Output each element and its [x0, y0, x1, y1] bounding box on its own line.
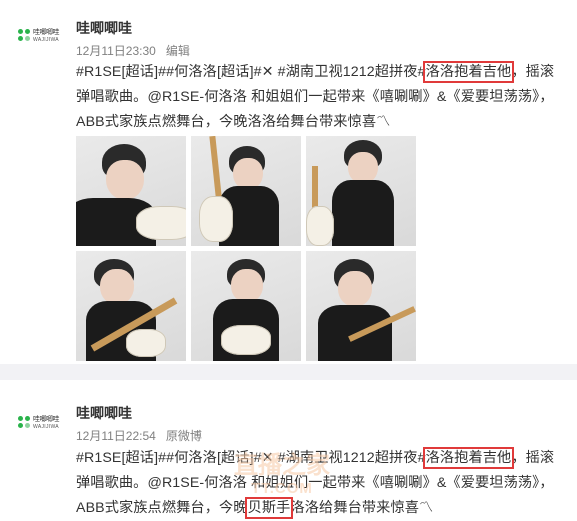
highlight-box: 洛洛抱着吉他 [422, 447, 515, 469]
logo-subtext: WAJIJIWA [33, 424, 59, 430]
post-text-line-3: ABB式家族点燃舞台，今晚贝斯手洛洛给舞台带来惊喜〽 [76, 496, 564, 521]
hashtags[interactable]: #R1SE[超话]##何洛洛[超话]#✕ #湖南卫视1212超拼夜# [76, 64, 426, 80]
post-text-line-2: 弹唱歌曲。@R1SE-何洛洛 和姐姐们一起带来《嘻唰唰》&《爱要坦荡荡》， [76, 475, 554, 491]
text-fragment: 洛洛给舞台带来惊喜〽 [290, 500, 434, 516]
photo-3[interactable] [306, 136, 416, 246]
post-source[interactable]: 编辑 [166, 44, 190, 58]
post-text-line-1: #R1SE[超话]##何洛洛[超话]#✕ #湖南卫视1212超拼夜#洛洛抱着吉他… [76, 446, 564, 471]
username[interactable]: 哇唧唧哇 [76, 19, 132, 37]
weibo-post-1: 哇唧唧哇 WAJIJIWA 哇唧唧哇 12月11日23:30 编辑 #R1SE[超… [0, 0, 577, 364]
post-source[interactable]: 原微博 [166, 429, 202, 443]
logo-text: 哇唧唧哇 [33, 29, 60, 36]
photo-1[interactable] [76, 136, 186, 246]
photo-5[interactable] [191, 251, 301, 361]
post-meta: 12月11日22:54 原微博 [76, 428, 202, 444]
text-fragment: ，摇滚 [511, 450, 555, 466]
post-text: #R1SE[超话]##何洛洛[超话]#✕ #湖南卫视1212超拼夜#洛洛抱着吉他… [76, 60, 564, 135]
text-fragment: ，摇滚 [511, 64, 555, 80]
post-time[interactable]: 12月11日22:54 [76, 429, 156, 443]
highlight-box: 洛洛抱着吉他 [422, 61, 515, 83]
photo-2[interactable] [191, 136, 301, 246]
text-fragment: ABB式家族点燃舞台，今晚 [76, 500, 248, 516]
photo-6[interactable] [306, 251, 416, 361]
avatar[interactable]: 哇唧唧哇 WAJIJIWA [18, 29, 60, 51]
logo-text: 哇唧唧哇 [33, 416, 60, 423]
post-time[interactable]: 12月11日23:30 [76, 44, 156, 58]
username[interactable]: 哇唧唧哇 [76, 404, 132, 422]
hashtags[interactable]: #R1SE[超话]##何洛洛[超话]#✕ #湖南卫视1212超拼夜# [76, 450, 426, 466]
logo-icon [18, 29, 32, 43]
post-meta: 12月11日23:30 编辑 [76, 43, 190, 59]
post-text: #R1SE[超话]##何洛洛[超话]#✕ #湖南卫视1212超拼夜#洛洛抱着吉他… [76, 446, 564, 521]
logo-subtext: WAJIJIWA [33, 37, 59, 43]
post-text-line-3: ABB式家族点燃舞台，今晚洛洛给舞台带来惊喜〽 [76, 114, 391, 130]
post-separator [0, 364, 577, 380]
logo-icon [18, 416, 32, 430]
highlight-box: 贝斯手 [244, 497, 294, 519]
image-grid [76, 136, 416, 363]
weibo-post-2: 哇唧唧哇 WAJIJIWA 哇唧唧哇 12月11日22:54 原微博 #R1SE[… [0, 380, 577, 521]
photo-4[interactable] [76, 251, 186, 361]
post-text-line-2: 弹唱歌曲。@R1SE-何洛洛 和姐姐们一起带来《嘻唰唰》&《爱要坦荡荡》， [76, 89, 554, 105]
avatar[interactable]: 哇唧唧哇 WAJIJIWA [18, 416, 60, 438]
post-text-line-1: #R1SE[超话]##何洛洛[超话]#✕ #湖南卫视1212超拼夜#洛洛抱着吉他… [76, 60, 564, 85]
